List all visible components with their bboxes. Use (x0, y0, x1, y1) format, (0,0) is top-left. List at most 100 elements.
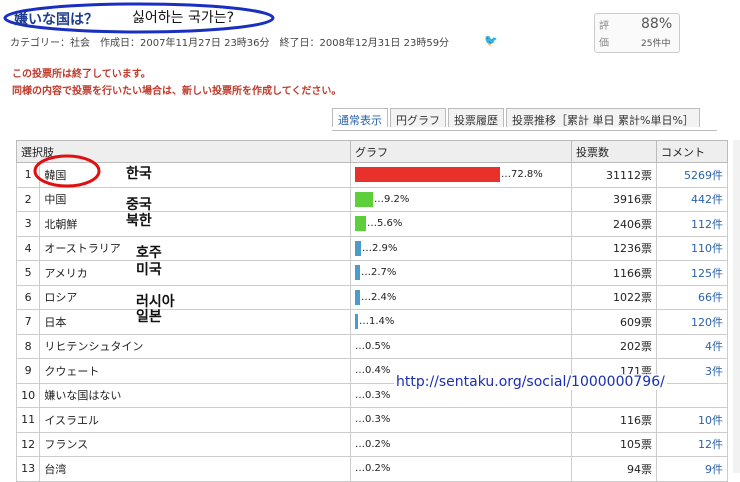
tab-normal-view[interactable]: 通常表示 (332, 108, 388, 127)
choice-name[interactable]: クウェート (39, 358, 351, 384)
bar-wrap: …1.4% (355, 314, 567, 330)
tab-vote-trend[interactable]: 投票推移［累計 単日 累計%単日%］ (506, 108, 700, 127)
comment-count-link[interactable]: 4件 (656, 333, 728, 359)
table-row: 6 ロシア …2.4% 1022票 66件 (15, 284, 728, 310)
korean-label-north-korea: 북한 (126, 213, 152, 229)
row-number: 5 (15, 260, 41, 286)
twitter-bird-icon[interactable]: 🐦 (484, 34, 498, 47)
comment-count-link[interactable]: 125件 (656, 260, 728, 286)
vote-count: 1166票 (571, 260, 657, 286)
korean-label-usa: 미국 (136, 262, 162, 278)
bar-wrap: …0.3% (355, 412, 567, 427)
vote-count: 1022票 (571, 284, 657, 310)
comment-count-link[interactable]: 9件 (656, 456, 728, 482)
header-comments: コメント (656, 140, 728, 163)
comment-count-link[interactable]: 66件 (656, 284, 728, 310)
row-number: 12 (15, 431, 41, 457)
comment-count-link[interactable]: 110件 (656, 235, 728, 261)
create-new-notice: 同様の内容で投票を行いたい場合は、新しい投票所を作成してください。 (12, 86, 342, 97)
korean-label-japan: 일본 (136, 309, 162, 325)
comment-count-link[interactable]: 5269件 (656, 162, 728, 188)
table-body: 1 韓国 …72.8% 31112票 5269件 2 中国 …9.2% 3916票 442件 3 北朝… (15, 162, 728, 482)
percent-label: …2.4% (361, 291, 397, 303)
poll-title[interactable]: 嫌いな国は？ (14, 9, 98, 29)
tab-vote-history[interactable]: 投票履歴 (448, 108, 504, 127)
comment-count-link[interactable]: 3件 (656, 358, 728, 384)
choice-name[interactable]: 北朝鮮 (39, 211, 351, 237)
table-row: 12 フランス …0.2% 105票 12件 (15, 431, 728, 457)
vote-count: 2406票 (571, 211, 657, 237)
comment-count-link[interactable]: 442件 (656, 186, 728, 212)
choice-name[interactable]: ロシア (39, 284, 351, 310)
table-row: 4 オーストラリア …2.9% 1236票 110件 (15, 235, 728, 261)
rating-score: 88% (641, 16, 673, 32)
percent-label: …9.2% (374, 193, 410, 205)
result-bar (355, 167, 500, 183)
view-tabs: 通常表示 円グラフ 投票履歴 投票推移［累計 単日 累計%単日%］ (332, 108, 702, 130)
graph-cell: …0.3% (350, 407, 572, 433)
graph-cell: …1.4% (350, 309, 572, 335)
table-row: 8 リヒテンシュタイン …0.5% 202票 4件 (15, 333, 728, 359)
result-bar (355, 314, 358, 330)
header-graph: グラフ (350, 140, 572, 163)
bar-wrap: …72.8% (355, 167, 567, 183)
closed-notice: この投票所は終了しています。 (12, 69, 151, 80)
bar-wrap: …0.3% (355, 388, 567, 403)
percent-label: …0.2% (355, 438, 391, 450)
graph-cell: …0.2% (350, 456, 572, 482)
choice-name[interactable]: 台湾 (39, 456, 351, 482)
korean-label-korea: 한국 (126, 166, 152, 182)
table-row: 5 アメリカ …2.7% 1166票 125件 (15, 260, 728, 286)
red-hand-drawn-oval (33, 154, 101, 188)
choice-name[interactable]: イスラエル (39, 407, 351, 433)
bar-wrap: …2.4% (355, 289, 567, 305)
vote-count: 202票 (571, 333, 657, 359)
percent-label: …0.3% (355, 389, 391, 401)
graph-cell: …0.2% (350, 431, 572, 457)
vote-count: 116票 (571, 407, 657, 433)
comment-count-link[interactable]: 10件 (656, 407, 728, 433)
rating-count: 25件中 (641, 39, 671, 49)
poll-meta: カテゴリー：社会 作成日：2007年11月27日 23時36分 終了日：2008… (10, 38, 450, 49)
choice-name[interactable]: アメリカ (39, 260, 351, 286)
graph-cell: …2.7% (350, 260, 572, 286)
graph-cell: …5.6% (350, 211, 572, 237)
result-bar (355, 191, 373, 207)
comment-count-link[interactable] (656, 382, 728, 408)
bar-wrap: …0.2% (355, 461, 567, 476)
poll-url[interactable]: http://sentaku.org/social/1000000796/ (394, 374, 667, 390)
choice-name[interactable]: リヒテンシュタイン (39, 333, 351, 359)
tab-pie-chart[interactable]: 円グラフ (390, 108, 446, 127)
comment-count-link[interactable]: 120件 (656, 309, 728, 335)
choice-name[interactable]: 日本 (39, 309, 351, 335)
korean-title-annotation: 싫어하는 국가는? (132, 10, 235, 26)
row-number: 10 (15, 382, 41, 408)
percent-label: …0.4% (355, 365, 391, 377)
row-number: 9 (15, 358, 41, 384)
vote-count: 105票 (571, 431, 657, 457)
row-number: 8 (15, 333, 41, 359)
choice-name[interactable]: フランス (39, 431, 351, 457)
comment-count-link[interactable]: 112件 (656, 211, 728, 237)
comment-count-link[interactable]: 12件 (656, 431, 728, 457)
tabs-divider (332, 130, 717, 131)
choice-name[interactable]: オーストラリア (39, 235, 351, 261)
bar-wrap: …0.2% (355, 437, 567, 452)
result-bar (355, 216, 366, 232)
result-bar (355, 240, 361, 256)
percent-label: …1.4% (359, 316, 395, 328)
bar-wrap: …9.2% (355, 191, 567, 207)
table-row: 13 台湾 …0.2% 94票 9件 (15, 456, 728, 482)
choice-name[interactable]: 嫌いな国はない (39, 382, 351, 408)
scrollbar[interactable] (733, 140, 740, 473)
row-number: 2 (15, 186, 41, 212)
choice-name[interactable]: 中国 (39, 186, 351, 212)
bar-wrap: …5.6% (355, 216, 567, 232)
table-row: 7 日本 …1.4% 609票 120件 (15, 309, 728, 335)
percent-label: …72.8% (501, 169, 543, 181)
graph-cell: …2.4% (350, 284, 572, 310)
graph-cell: …9.2% (350, 186, 572, 212)
vote-count: 94票 (571, 456, 657, 482)
graph-cell: …72.8% (350, 162, 572, 188)
vote-count: 3916票 (571, 186, 657, 212)
